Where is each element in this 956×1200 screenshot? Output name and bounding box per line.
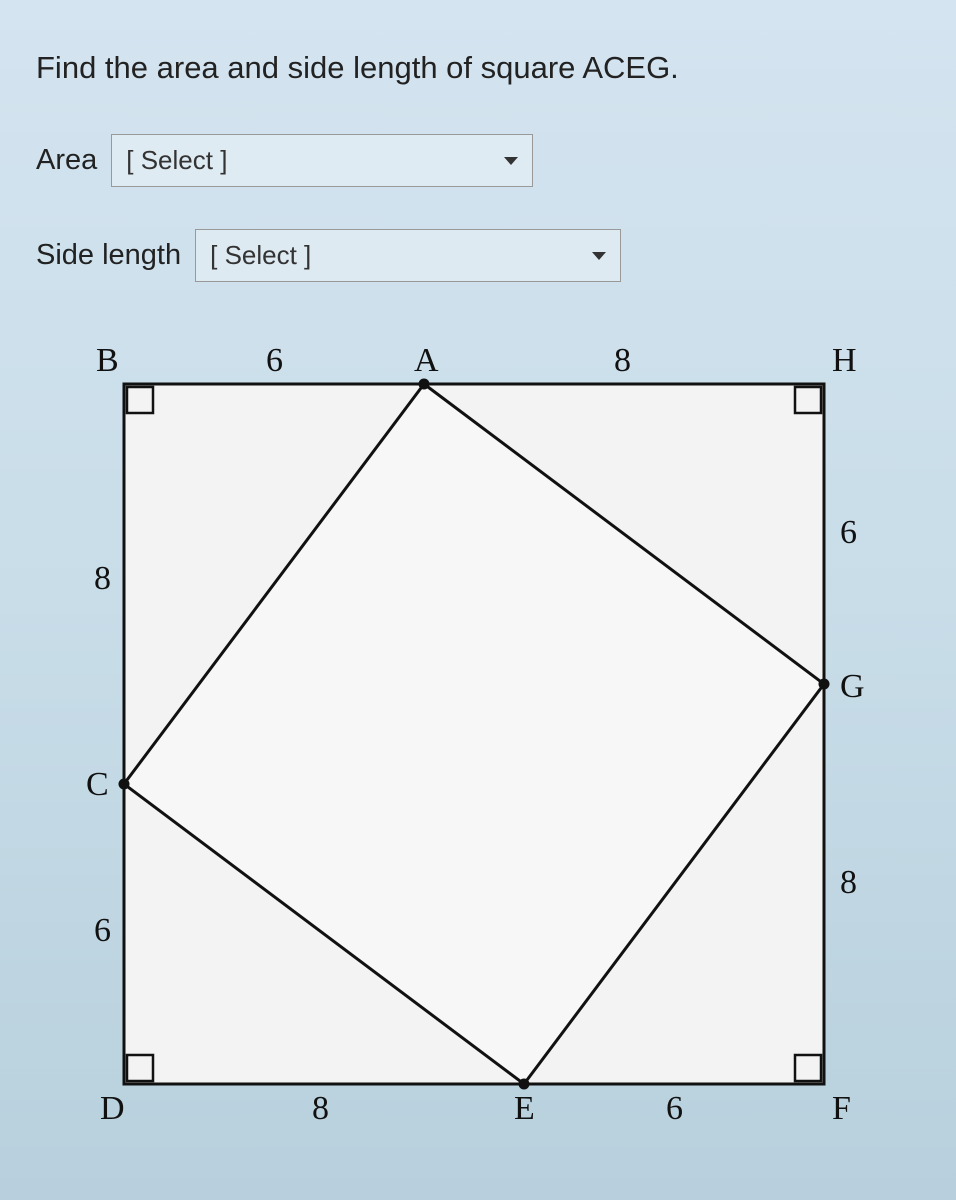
diagram-svg: [54, 324, 914, 1144]
vertex-label-B: B: [96, 342, 119, 380]
side-length-select-placeholder: [ Select ]: [210, 240, 311, 271]
chevron-down-icon: [504, 157, 518, 165]
segment-label-BA: 6: [266, 342, 283, 380]
geometry-diagram: B A H C G D E F 6 8 8 6 6 8 8 6: [54, 324, 914, 1144]
area-row: Area [ Select ]: [36, 134, 926, 187]
segment-label-BC: 8: [94, 560, 111, 598]
segment-label-CD: 6: [94, 912, 111, 950]
vertex-label-D: D: [100, 1090, 125, 1128]
side-length-label: Side length: [36, 239, 181, 272]
vertex-label-A: A: [414, 342, 439, 380]
vertex-label-C: C: [86, 766, 109, 804]
segment-label-EF: 6: [666, 1090, 683, 1128]
vertex-label-E: E: [514, 1090, 535, 1128]
area-select[interactable]: [ Select ]: [111, 134, 533, 187]
side-length-row: Side length [ Select ]: [36, 229, 926, 282]
segment-label-AH: 8: [614, 342, 631, 380]
segment-label-GF: 8: [840, 864, 857, 902]
vertex-label-F: F: [832, 1090, 851, 1128]
area-select-placeholder: [ Select ]: [126, 145, 227, 176]
question-prompt: Find the area and side length of square …: [36, 50, 926, 86]
vertex-label-G: G: [840, 668, 865, 706]
segment-label-DE: 8: [312, 1090, 329, 1128]
side-length-select[interactable]: [ Select ]: [195, 229, 621, 282]
chevron-down-icon: [592, 252, 606, 260]
vertex-label-H: H: [832, 342, 857, 380]
area-label: Area: [36, 144, 97, 177]
segment-label-HG: 6: [840, 514, 857, 552]
